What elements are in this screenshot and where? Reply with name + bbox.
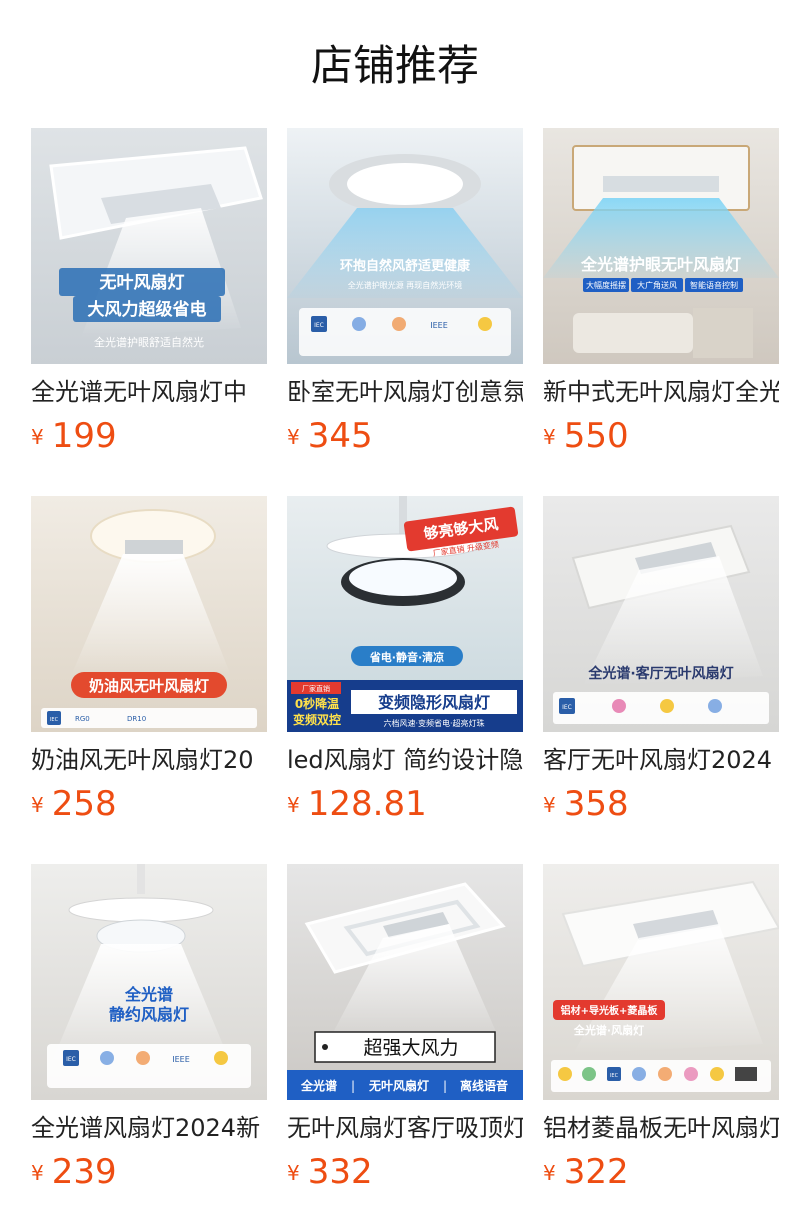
- image-caption: 变频隐形风扇灯: [378, 693, 490, 712]
- currency-symbol: ¥: [31, 793, 44, 817]
- image-caption: 六档风速·变频省电·超亮灯珠: [383, 718, 484, 728]
- product-image[interactable]: 铝材+导光板+菱晶板 全光谱·风扇灯 IEC: [543, 864, 779, 1100]
- product-image[interactable]: 全光谱护眼无叶风扇灯 大幅度摇摆 大广角送风 智能语音控制: [543, 128, 779, 364]
- image-caption: IEC: [610, 1073, 619, 1079]
- price-amount: 332: [307, 1152, 373, 1192]
- image-caption: IEEE: [430, 321, 448, 330]
- image-caption: 全光谱护眼无叶风扇灯: [580, 255, 741, 274]
- product-image[interactable]: 无叶风扇灯 大风力超级省电 全光谱护眼舒适自然光: [31, 128, 267, 364]
- image-caption: 全光谱·客厅无叶风扇灯: [587, 665, 733, 682]
- image-caption: RG0: [75, 715, 90, 723]
- price-amount: 239: [51, 1152, 117, 1192]
- product-card[interactable]: 全光谱·客厅无叶风扇灯 IEC 客厅无叶风扇灯2024 ¥358: [543, 496, 779, 826]
- product-image[interactable]: 环抱自然风舒适更健康 全光谱护眼光源 再现自然光环境 IEC IEEE: [287, 128, 523, 364]
- product-card[interactable]: 全光谱 静约风扇灯 IEC IEEE 全光谱风扇灯2024新 ¥239: [31, 864, 267, 1194]
- image-caption: 变频双控: [293, 712, 341, 727]
- product-image[interactable]: 全光谱·客厅无叶风扇灯 IEC: [543, 496, 779, 732]
- product-card[interactable]: 铝材+导光板+菱晶板 全光谱·风扇灯 IEC 铝材菱晶板无叶风扇灯 ¥322: [543, 864, 779, 1194]
- image-caption: 全光谱护眼光源 再现自然光环境: [348, 280, 463, 290]
- currency-symbol: ¥: [543, 425, 556, 449]
- product-price: ¥128.81: [287, 782, 427, 826]
- product-image[interactable]: 够亮够大风 厂家直销 升级变频 省电·静音·清凉 厂家直销 0秒降温 变频双控 …: [287, 496, 523, 732]
- image-caption: 省电·静音·清凉: [369, 650, 444, 664]
- currency-symbol: ¥: [31, 425, 44, 449]
- product-title[interactable]: 无叶风扇灯客厅吸顶灯: [287, 1110, 523, 1146]
- image-caption: 智能语音控制: [690, 280, 738, 290]
- image-caption: 环抱自然风舒适更健康: [340, 258, 471, 274]
- image-caption: IEC: [50, 717, 59, 723]
- product-title[interactable]: 铝材菱晶板无叶风扇灯: [543, 1110, 779, 1146]
- image-caption: 0秒降温: [295, 696, 339, 711]
- image-caption: 铝材+导光板+菱晶板: [561, 1004, 659, 1017]
- product-title[interactable]: 全光谱风扇灯2024新: [31, 1110, 267, 1146]
- product-card[interactable]: 奶油风无叶风扇灯 IEC RG0 DR10 奶油风无叶风扇灯20 ¥258: [31, 496, 267, 826]
- product-price: ¥358: [543, 782, 629, 826]
- image-caption: IEC: [562, 704, 572, 711]
- currency-symbol: ¥: [31, 1161, 44, 1185]
- currency-symbol: ¥: [287, 1161, 300, 1185]
- divider-glyph: |: [351, 1079, 355, 1093]
- price-amount: 345: [307, 416, 373, 456]
- image-caption: 大幅度摇摆: [586, 280, 626, 290]
- price-amount: 199: [51, 416, 117, 456]
- product-card[interactable]: 环抱自然风舒适更健康 全光谱护眼光源 再现自然光环境 IEC IEEE 卧室无叶…: [287, 128, 523, 458]
- currency-symbol: ¥: [287, 793, 300, 817]
- page-title: 店铺推荐: [310, 41, 479, 90]
- image-caption: 大风力超级省电: [88, 299, 207, 320]
- product-price: ¥199: [31, 414, 117, 458]
- image-caption: 无叶风扇灯: [368, 1078, 429, 1093]
- product-image[interactable]: 奶油风无叶风扇灯 IEC RG0 DR10: [31, 496, 267, 732]
- product-title[interactable]: led风扇灯 简约设计隐: [287, 742, 523, 778]
- product-price: ¥258: [31, 782, 117, 826]
- price-amount: 258: [51, 784, 117, 824]
- image-caption: 全光谱: [124, 985, 173, 1004]
- currency-symbol: ¥: [543, 1161, 556, 1185]
- price-amount: 128.81: [307, 784, 427, 824]
- price-amount: 358: [563, 784, 629, 824]
- image-caption: 无叶风扇灯: [99, 272, 185, 293]
- image-caption: IEC: [66, 1056, 76, 1063]
- image-caption: 奶油风无叶风扇灯: [89, 677, 209, 695]
- product-image[interactable]: 超强大风力 全光谱 | 无叶风扇灯 | 离线语音: [287, 864, 523, 1100]
- product-title[interactable]: 全光谱无叶风扇灯中: [31, 374, 267, 410]
- product-card[interactable]: 全光谱护眼无叶风扇灯 大幅度摇摆 大广角送风 智能语音控制 新中式无叶风扇灯全光…: [543, 128, 779, 458]
- image-caption: IEC: [314, 322, 324, 329]
- product-price: ¥239: [31, 1150, 117, 1194]
- image-caption: 全光谱·风扇灯: [573, 1023, 644, 1037]
- product-title[interactable]: 卧室无叶风扇灯创意氛: [287, 374, 523, 410]
- image-caption: 大广角送风: [637, 280, 677, 290]
- product-title[interactable]: 新中式无叶风扇灯全光: [543, 374, 779, 410]
- image-caption: 超强大风力: [363, 1037, 458, 1059]
- product-price: ¥550: [543, 414, 629, 458]
- currency-symbol: ¥: [287, 425, 300, 449]
- product-card[interactable]: 无叶风扇灯 大风力超级省电 全光谱护眼舒适自然光 全光谱无叶风扇灯中 ¥199: [31, 128, 267, 458]
- image-caption: IEEE: [172, 1055, 190, 1064]
- product-price: ¥345: [287, 414, 373, 458]
- image-caption: 全光谱护眼舒适自然光: [94, 335, 204, 349]
- product-card[interactable]: 够亮够大风 厂家直销 升级变频 省电·静音·清凉 厂家直销 0秒降温 变频双控 …: [287, 496, 523, 826]
- image-caption: 全光谱: [300, 1078, 337, 1093]
- product-image[interactable]: 全光谱 静约风扇灯 IEC IEEE: [31, 864, 267, 1100]
- image-caption: 静约风扇灯: [109, 1005, 189, 1024]
- product-title[interactable]: 奶油风无叶风扇灯20: [31, 742, 267, 778]
- product-price: ¥332: [287, 1150, 373, 1194]
- divider-glyph: |: [443, 1079, 447, 1093]
- price-amount: 322: [563, 1152, 629, 1192]
- product-card[interactable]: 超强大风力 全光谱 | 无叶风扇灯 | 离线语音 无叶风扇灯客厅吸顶灯 ¥332: [287, 864, 523, 1194]
- product-price: ¥322: [543, 1150, 629, 1194]
- product-title[interactable]: 客厅无叶风扇灯2024: [543, 742, 779, 778]
- currency-symbol: ¥: [543, 793, 556, 817]
- image-caption: DR10: [127, 715, 146, 723]
- price-amount: 550: [563, 416, 629, 456]
- image-caption: 厂家直销: [302, 684, 330, 693]
- image-caption: 离线语音: [460, 1078, 508, 1093]
